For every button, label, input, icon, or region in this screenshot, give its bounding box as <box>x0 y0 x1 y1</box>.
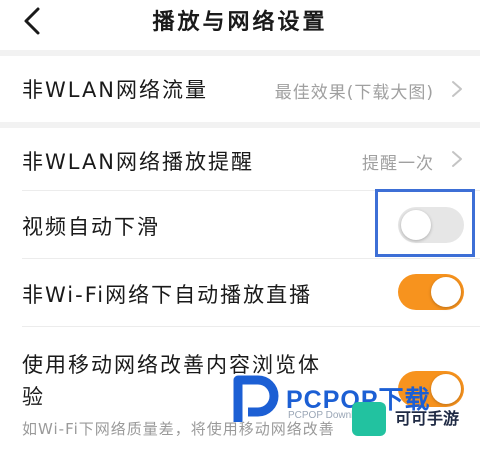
toggle-knob <box>431 374 461 404</box>
setting-label: 非WLAN网络流量 <box>22 78 209 102</box>
setting-row-wlan-traffic[interactable]: 非WLAN网络流量 最佳效果(下载大图) <box>0 56 480 122</box>
setting-value: 提醒一次 <box>362 154 434 174</box>
setting-row-autoplay-live: 非Wi-Fi网络下自动播放直播 <box>0 259 480 325</box>
setting-description: 如Wi-Fi下网络质量差，将使用移动网络改善 <box>22 420 335 438</box>
setting-value: 最佳效果(下载大图) <box>274 83 434 103</box>
chevron-right-icon <box>452 81 462 97</box>
brand-badge-icon <box>352 402 386 436</box>
setting-label: 视频自动下滑 <box>22 215 160 239</box>
setting-label: 非Wi-Fi网络下自动播放直播 <box>22 283 313 307</box>
autoplay-live-toggle[interactable] <box>398 274 464 310</box>
page-title: 播放与网络设置 <box>152 10 328 35</box>
watermark-brand: 可可手游 <box>395 409 460 428</box>
setting-label-line2: 验 <box>22 385 45 409</box>
setting-row-wlan-play-reminder[interactable]: 非WLAN网络播放提醒 提醒一次 <box>0 128 480 190</box>
top-bar: 播放与网络设置 <box>0 0 480 44</box>
pcpop-logo-icon <box>233 375 279 422</box>
toggle-knob <box>431 277 461 307</box>
highlight-box <box>375 189 475 257</box>
setting-label: 非WLAN网络播放提醒 <box>22 150 255 174</box>
chevron-right-icon <box>452 151 462 167</box>
